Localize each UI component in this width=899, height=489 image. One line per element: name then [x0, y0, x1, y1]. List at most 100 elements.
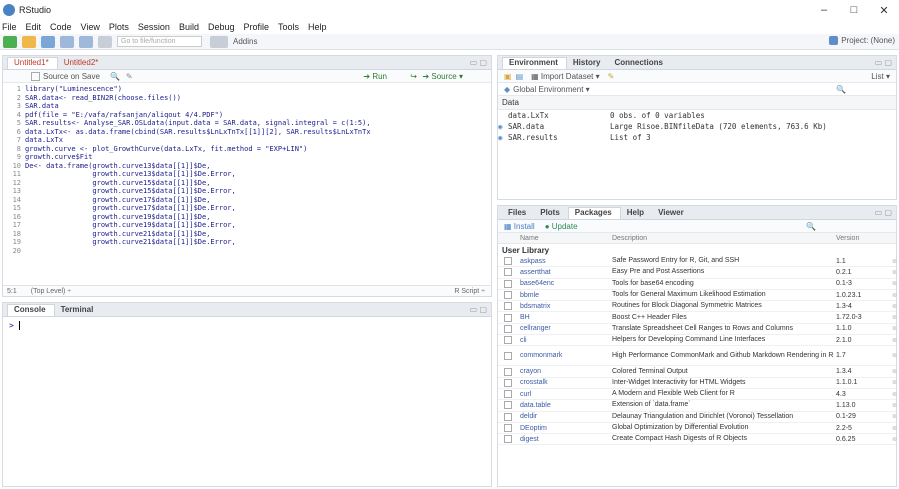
- clear-workspace-icon[interactable]: ✎: [608, 72, 615, 81]
- close-button[interactable]: ✕: [869, 0, 899, 20]
- tab-console[interactable]: Console: [7, 304, 55, 316]
- source-on-save-checkbox[interactable]: [31, 71, 40, 81]
- package-checkbox[interactable]: [504, 268, 512, 277]
- goto-file-input[interactable]: Go to file/function: [117, 36, 202, 47]
- package-name-link[interactable]: base64enc: [520, 280, 612, 287]
- env-row[interactable]: data.LxTx 0 obs. of 0 variables: [498, 110, 896, 121]
- package-name-link[interactable]: DEoptim: [520, 425, 612, 432]
- env-row[interactable]: ◉ SAR.results List of 3: [498, 132, 896, 143]
- package-name-link[interactable]: digest: [520, 436, 612, 443]
- menu-build[interactable]: Build: [179, 22, 199, 32]
- save-workspace-icon[interactable]: ▤: [516, 72, 524, 81]
- tab-untitled1[interactable]: Untitled1*: [7, 57, 58, 69]
- run-button[interactable]: ➔ Run: [363, 72, 387, 81]
- package-name-link[interactable]: data.table: [520, 402, 612, 409]
- source-button[interactable]: ➔ Source ▾: [422, 72, 463, 81]
- tab-packages[interactable]: Packages: [567, 207, 621, 219]
- menu-plots[interactable]: Plots: [109, 22, 129, 32]
- update-button[interactable]: ● Update: [545, 222, 578, 231]
- install-button[interactable]: ▦ Install: [504, 222, 535, 231]
- global-environment-selector[interactable]: Global Environment ▾: [513, 85, 590, 94]
- remove-package-icon[interactable]: ⊗: [892, 413, 897, 420]
- file-type-selector[interactable]: R Script ÷: [454, 288, 485, 295]
- tab-untitled2[interactable]: Untitled2*: [58, 58, 107, 69]
- tab-environment[interactable]: Environment: [502, 57, 567, 69]
- remove-package-icon[interactable]: ⊗: [892, 269, 897, 276]
- package-name-link[interactable]: assertthat: [520, 269, 612, 276]
- load-workspace-icon[interactable]: ▣: [504, 72, 512, 81]
- package-checkbox[interactable]: [504, 367, 512, 376]
- save-all-icon[interactable]: [79, 35, 93, 48]
- menu-profile[interactable]: Profile: [244, 22, 270, 32]
- remove-package-icon[interactable]: ⊗: [892, 402, 897, 409]
- package-checkbox[interactable]: [504, 291, 512, 300]
- menu-session[interactable]: Session: [138, 22, 170, 32]
- remove-package-icon[interactable]: ⊗: [892, 337, 897, 344]
- tab-help[interactable]: Help: [621, 208, 652, 219]
- remove-package-icon[interactable]: ⊗: [892, 325, 897, 332]
- console-input[interactable]: >: [3, 317, 491, 334]
- expand-icon[interactable]: ◉: [498, 133, 508, 142]
- print-icon[interactable]: [98, 35, 112, 48]
- minimize-button[interactable]: –: [809, 0, 839, 20]
- import-dataset-button[interactable]: ▦ Import Dataset ▾: [531, 72, 600, 81]
- package-checkbox[interactable]: [504, 378, 512, 387]
- open-file-icon[interactable]: [41, 35, 55, 48]
- console-minmax-icon[interactable]: ▭ ▢: [470, 305, 487, 314]
- menu-code[interactable]: Code: [50, 22, 72, 32]
- addins-button[interactable]: Addins: [233, 37, 257, 46]
- tab-history[interactable]: History: [567, 58, 609, 69]
- remove-package-icon[interactable]: ⊗: [892, 425, 897, 432]
- remove-package-icon[interactable]: ⊗: [892, 292, 897, 299]
- package-checkbox[interactable]: [504, 412, 512, 421]
- menu-debug[interactable]: Debug: [208, 22, 235, 32]
- package-checkbox[interactable]: [504, 257, 512, 266]
- package-name-link[interactable]: cellranger: [520, 325, 612, 332]
- search-icon[interactable]: 🔍: [110, 72, 120, 81]
- env-row[interactable]: ◉ SAR.data Large Risoe.BINfileData (720 el…: [498, 121, 896, 132]
- rerun-icon[interactable]: ↪: [410, 72, 417, 81]
- remove-package-icon[interactable]: ⊗: [892, 436, 897, 443]
- package-name-link[interactable]: crayon: [520, 368, 612, 375]
- scope-selector[interactable]: (Top Level) ÷: [31, 288, 71, 295]
- list-view-selector[interactable]: List ▾: [871, 72, 890, 81]
- remove-package-icon[interactable]: ⊗: [892, 391, 897, 398]
- package-checkbox[interactable]: [504, 401, 512, 410]
- menu-view[interactable]: View: [81, 22, 100, 32]
- package-name-link[interactable]: curl: [520, 391, 612, 398]
- menu-file[interactable]: File: [2, 22, 17, 32]
- menu-help[interactable]: Help: [308, 22, 327, 32]
- tab-files[interactable]: Files: [502, 208, 534, 219]
- package-name-link[interactable]: BH: [520, 314, 612, 321]
- remove-package-icon[interactable]: ⊗: [892, 303, 897, 310]
- header-description[interactable]: Description: [612, 235, 836, 242]
- menu-edit[interactable]: Edit: [26, 22, 42, 32]
- package-checkbox[interactable]: [504, 424, 512, 432]
- package-name-link[interactable]: bdsmatrix: [520, 303, 612, 310]
- package-name-link[interactable]: commonmark: [520, 352, 612, 359]
- remove-package-icon[interactable]: ⊗: [892, 314, 897, 321]
- new-file-icon[interactable]: [3, 35, 17, 48]
- grid-icon[interactable]: [210, 35, 228, 48]
- maximize-button[interactable]: □: [839, 0, 869, 20]
- menu-tools[interactable]: Tools: [278, 22, 299, 32]
- code-editor[interactable]: 1 library("Luminescence") 2 SAR.data<- rea…: [3, 83, 491, 255]
- env-search-icon[interactable]: 🔍: [836, 85, 846, 94]
- package-search-icon[interactable]: 🔍: [806, 222, 816, 231]
- remove-package-icon[interactable]: ⊗: [892, 379, 897, 386]
- tab-plots[interactable]: Plots: [534, 208, 568, 219]
- package-checkbox[interactable]: [504, 324, 512, 333]
- env-minmax-icon[interactable]: ▭ ▢: [875, 58, 892, 67]
- project-menu[interactable]: Project: (None): [829, 36, 895, 45]
- package-checkbox[interactable]: [504, 313, 512, 322]
- remove-package-icon[interactable]: ⊗: [892, 280, 897, 287]
- save-icon[interactable]: [60, 35, 74, 48]
- code-tools-icon[interactable]: ✎: [126, 72, 133, 81]
- package-checkbox[interactable]: [504, 279, 512, 288]
- package-checkbox[interactable]: [504, 351, 512, 360]
- package-checkbox[interactable]: [504, 336, 512, 345]
- package-checkbox[interactable]: [504, 390, 512, 399]
- open-project-icon[interactable]: [22, 35, 36, 48]
- remove-package-icon[interactable]: ⊗: [892, 352, 897, 359]
- tab-viewer[interactable]: Viewer: [652, 208, 692, 219]
